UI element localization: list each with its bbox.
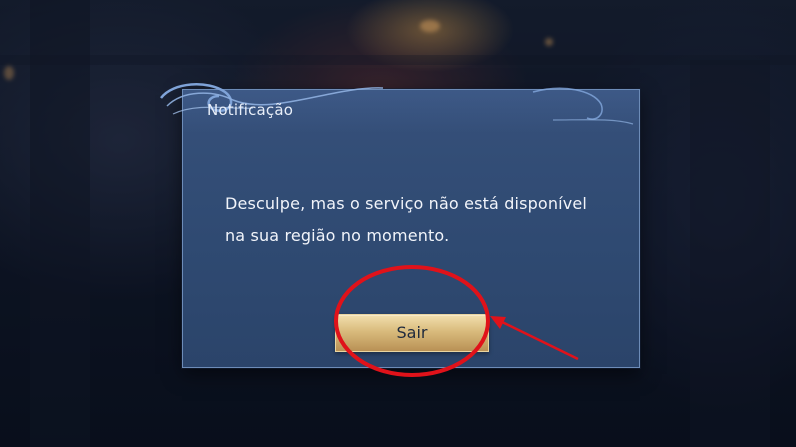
dialog-title: Notificação	[207, 101, 294, 119]
notification-dialog: Notificação Desculpe, mas o serviço não …	[160, 83, 640, 368]
dialog-message: Desculpe, mas o serviço não está disponí…	[225, 188, 615, 252]
dialog-message-line: Desculpe, mas o serviço não está disponí…	[225, 194, 587, 213]
exit-button[interactable]: Sair	[335, 314, 489, 352]
dialog-message-line: na sua região no momento.	[225, 226, 450, 245]
